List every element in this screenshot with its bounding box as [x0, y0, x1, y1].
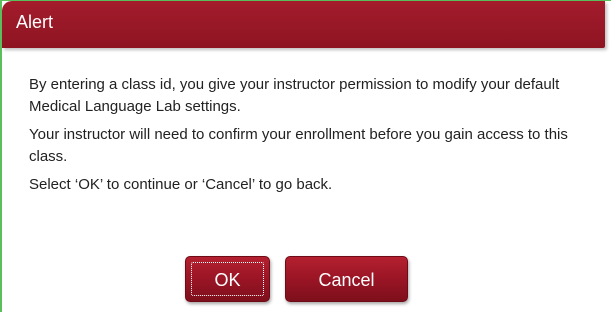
- dialog-message: By entering a class id, you give your in…: [29, 74, 599, 202]
- ok-button[interactable]: OK: [185, 256, 270, 302]
- dialog-header: Alert: [2, 1, 605, 48]
- cancel-button[interactable]: Cancel: [285, 256, 408, 302]
- message-paragraph-permission: By entering a class id, you give your in…: [29, 76, 560, 115]
- cancel-button-label: Cancel: [318, 270, 375, 290]
- dialog-title: Alert: [16, 12, 54, 32]
- alert-dialog: Alert By entering a class id, you give y…: [0, 0, 611, 312]
- focus-ring: [191, 262, 264, 296]
- message-paragraph-confirmation: Your instructor will need to confirm you…: [29, 126, 568, 165]
- message-paragraph-instruction: Select ‘OK’ to continue or ‘Cancel’ to g…: [29, 176, 333, 193]
